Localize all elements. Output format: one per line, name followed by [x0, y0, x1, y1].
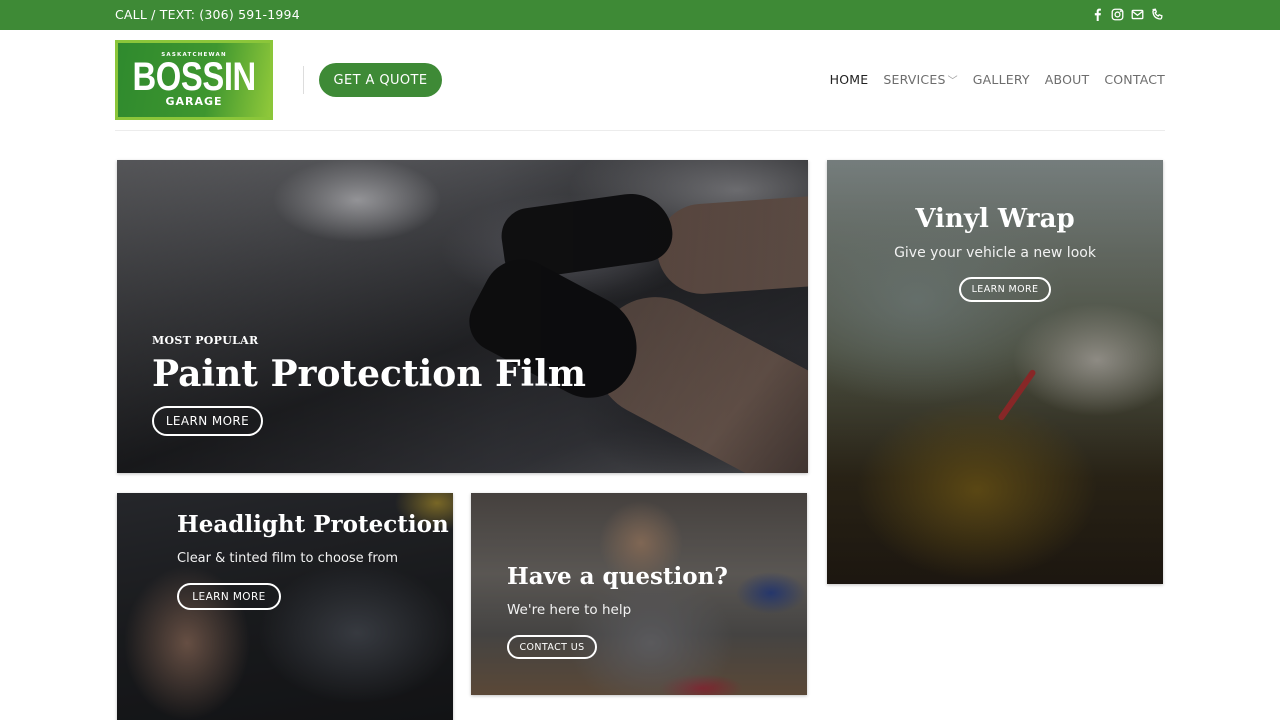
phone-text[interactable]: CALL / TEXT: (306) 591-1994: [115, 7, 300, 22]
headlight-banner[interactable]: Headlight Protection Clear & tinted film…: [117, 493, 453, 720]
header-divider-line: [115, 130, 1165, 131]
nav-about[interactable]: ABOUT: [1045, 72, 1090, 87]
email-icon[interactable]: [1131, 6, 1144, 22]
question-banner[interactable]: Have a question? We're here to help CONT…: [471, 493, 807, 695]
headlight-title: Headlight Protection: [177, 511, 449, 538]
contact-us-button[interactable]: CONTACT US: [507, 635, 597, 659]
vinyl-subtitle: Give your vehicle a new look: [894, 245, 1096, 261]
nav-services-label: SERVICES: [883, 72, 946, 87]
chevron-down-icon: ﹀: [947, 76, 958, 87]
vinyl-learn-more-button[interactable]: LEARN MORE: [959, 277, 1051, 302]
nav-gallery[interactable]: GALLERY: [973, 72, 1030, 87]
instagram-icon[interactable]: [1111, 6, 1124, 22]
headlight-subtitle: Clear & tinted film to choose from: [177, 551, 399, 566]
vinyl-title: Vinyl Wrap: [915, 204, 1075, 234]
main-nav: HOME SERVICES ﹀ GALLERY ABOUT CONTACT: [830, 72, 1165, 87]
social-links: [1091, 6, 1164, 22]
question-title: Have a question?: [507, 563, 728, 590]
image-overlay: [471, 493, 807, 695]
nav-services[interactable]: SERVICES ﹀: [883, 72, 957, 87]
headlight-learn-more-button[interactable]: LEARN MORE: [177, 583, 281, 610]
ppf-eyebrow: MOST POPULAR: [152, 334, 259, 347]
header-divider: [303, 66, 304, 94]
ppf-learn-more-button[interactable]: LEARN MORE: [152, 406, 263, 436]
question-subtitle: We're here to help: [507, 602, 632, 618]
facebook-icon[interactable]: [1091, 6, 1104, 22]
get-a-quote-button[interactable]: GET A QUOTE: [319, 63, 442, 97]
phone-icon[interactable]: [1151, 6, 1164, 22]
ppf-title: Paint Protection Film: [152, 353, 586, 395]
nav-home[interactable]: HOME: [830, 72, 869, 87]
top-bar: CALL / TEXT: (306) 591-1994: [0, 0, 1280, 30]
logo-main-text: BOSSIN: [132, 55, 256, 99]
ppf-banner[interactable]: MOST POPULAR Paint Protection Film LEARN…: [117, 160, 808, 473]
logo[interactable]: SASKATCHEWAN BOSSIN GARAGE: [115, 40, 273, 120]
nav-contact[interactable]: CONTACT: [1104, 72, 1165, 87]
vinyl-wrap-banner[interactable]: Vinyl Wrap Give your vehicle a new look …: [827, 160, 1163, 584]
